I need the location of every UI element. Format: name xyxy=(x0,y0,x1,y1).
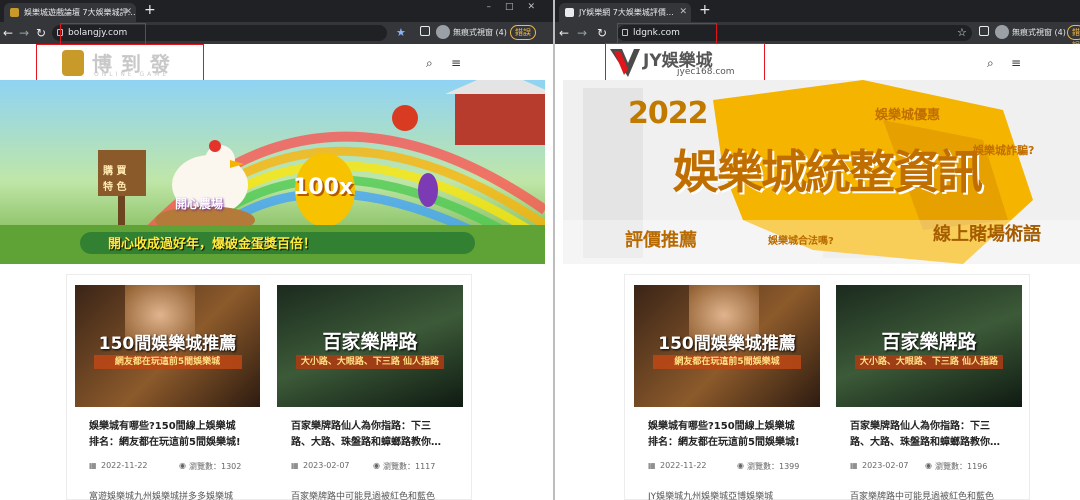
post-views: 瀏覽數：1196 xyxy=(935,462,988,471)
post-title-line-1: 娛樂城有哪些?150間線上娛樂城 xyxy=(648,421,795,432)
post-date: 2022-11-22 xyxy=(660,461,707,470)
post-grid: 150間娛樂城推薦 網友都在玩這前5間娛樂城 娛樂城有哪些?150間線上娛樂城 … xyxy=(66,274,472,500)
tab-close-icon[interactable]: ✕ xyxy=(124,3,132,22)
hero-multiplier-badge: 100x xyxy=(293,175,354,200)
url-highlight-box xyxy=(617,23,717,44)
left-browser-window: 娛樂城遊戲論壇 7大娛樂城評… ✕ + –□✕ ← → ↻ bolangjy.c… xyxy=(0,0,553,500)
eye-icon: ◉ xyxy=(179,461,186,470)
post-title-line-2: 路、大路、珠盤路和蟑螂路教你… xyxy=(291,437,441,448)
hero-game-title: 開心農場 xyxy=(175,197,224,211)
post-date: 2023-02-07 xyxy=(303,461,350,470)
forward-icon[interactable]: → xyxy=(577,25,587,41)
post-thumbnail[interactable]: 百家樂牌路 大小路、大眼路、下三路 仙人指路 xyxy=(836,285,1022,407)
favicon-icon xyxy=(565,8,574,17)
tab-title: 娛樂城遊戲論壇 7大娛樂城評… xyxy=(24,8,136,17)
post-grid: 150間娛樂城推薦 網友都在玩這前5間娛樂城 娛樂城有哪些?150間線上娛樂城 … xyxy=(624,274,1030,500)
hero-left-text: 評價推薦 xyxy=(625,230,697,251)
new-tab-icon[interactable]: + xyxy=(144,2,156,18)
hero-headline: 娛樂城統整資訊 xyxy=(673,145,983,199)
new-tab-icon[interactable]: + xyxy=(699,2,711,18)
error-button[interactable]: 錯誤 xyxy=(510,25,536,40)
thumb-title: 百家樂牌路 xyxy=(881,331,977,353)
hero-tag-promo: 娛樂城優惠 xyxy=(875,108,941,123)
post-views: 瀏覽數：1302 xyxy=(189,462,242,471)
bookmark-star-icon[interactable]: ★ xyxy=(396,25,406,41)
tab-close-icon[interactable]: ✕ xyxy=(679,3,687,22)
menu-icon[interactable]: ≡ xyxy=(1011,56,1021,70)
calendar-icon: ▦ xyxy=(291,461,299,470)
post-title[interactable]: 娛樂城有哪些?150間線上娛樂城 排名：網友都在玩這前5間娛樂城! xyxy=(648,419,818,451)
post-thumbnail[interactable]: 150間娛樂城推薦 網友都在玩這前5間娛樂城 xyxy=(75,285,260,407)
browser-tab[interactable]: 娛樂城遊戲論壇 7大娛樂城評… ✕ xyxy=(4,3,136,22)
right-browser-window: JY娛樂網 7大娛樂城評價… ✕ + ← → ↻ ldgnk.com ☆ 無痕式… xyxy=(555,0,1080,500)
calendar-icon: ▦ xyxy=(89,461,97,470)
hero-banner-farm[interactable]: 購 買 特 色 開心農場 100x 開心收成過好年，爆破金蛋獎百倍！ xyxy=(0,80,545,264)
logo-highlight-box xyxy=(605,43,765,83)
forward-icon[interactable]: → xyxy=(19,25,29,41)
eye-icon: ◉ xyxy=(737,461,744,470)
browser-tab[interactable]: JY娛樂網 7大娛樂城評價… ✕ xyxy=(559,3,691,22)
thumb-subtitle: 網友都在玩這前5間娛樂城 xyxy=(93,355,242,369)
incognito-avatar-icon[interactable] xyxy=(436,25,450,39)
tab-strip: 娛樂城遊戲論壇 7大娛樂城評… ✕ + –□✕ xyxy=(0,0,553,22)
bookmark-star-icon[interactable]: ☆ xyxy=(957,25,967,41)
reload-icon[interactable]: ↻ xyxy=(597,25,607,41)
post-title-line-1: 娛樂城有哪些?150間線上娛樂城 xyxy=(89,421,236,432)
thumb-subtitle: 網友都在玩這前5間娛樂城 xyxy=(652,355,802,369)
back-icon[interactable]: ← xyxy=(559,25,569,41)
thumb-title: 百家樂牌路 xyxy=(322,331,418,353)
incognito-avatar-icon[interactable] xyxy=(995,25,1009,39)
tab-title: JY娛樂網 7大娛樂城評價… xyxy=(579,8,674,17)
post-title-line-2: 排名：網友都在玩這前5間娛樂城! xyxy=(648,437,800,448)
url-highlight-box xyxy=(60,23,146,45)
thumb-title: 150間娛樂城推薦 xyxy=(658,334,796,354)
post-title[interactable]: 娛樂城有哪些?150間線上娛樂城 排名：網友都在玩這前5間娛樂城! xyxy=(89,419,259,451)
post-date: 2022-11-22 xyxy=(101,461,148,470)
eye-icon: ◉ xyxy=(373,461,380,470)
hero-banner-text: 開心收成過好年，爆破金蛋獎百倍！ xyxy=(108,237,317,252)
hero-tag-legal: 娛樂城合法嗎? xyxy=(768,236,834,247)
post-excerpt: 富遊娛樂城九州娛樂城拼多多娛樂城 xyxy=(89,492,234,500)
thumb-subtitle: 大小路、大眼路、下三路 仙人指路 xyxy=(854,355,1004,369)
incognito-label: 無痕式視窗 (4) xyxy=(453,28,507,37)
sign-line-1: 購 買 xyxy=(103,166,127,177)
hero-tag-scam: 娛樂城詐騙? xyxy=(973,144,1035,157)
search-icon[interactable]: ⌕ xyxy=(987,56,994,71)
calendar-icon: ▦ xyxy=(648,461,656,470)
sidepanel-icon[interactable] xyxy=(420,26,430,36)
sign-line-2: 特 色 xyxy=(103,182,127,193)
menu-icon[interactable]: ≡ xyxy=(451,56,461,70)
post-thumbnail[interactable]: 150間娛樂城推薦 網友都在玩這前5間娛樂城 xyxy=(634,285,820,407)
sidepanel-icon[interactable] xyxy=(979,26,989,36)
post-excerpt: JY娛樂城九州娛樂城亞博娛樂城 xyxy=(648,492,774,500)
reload-icon[interactable]: ↻ xyxy=(36,25,46,41)
post-excerpt: 百家樂牌路中可能見過被紅色和藍色 xyxy=(850,492,995,500)
post-title-line-1: 百家樂牌路仙人為你指路：下三 xyxy=(291,421,431,432)
calendar-icon: ▦ xyxy=(850,461,858,470)
thumb-title: 150間娛樂城推薦 xyxy=(98,334,237,354)
tab-strip: JY娛樂網 7大娛樂城評價… ✕ + xyxy=(555,0,1080,22)
post-title[interactable]: 百家樂牌路仙人為你指路：下三 路、大路、珠盤路和蟑螂路教你… xyxy=(850,419,1026,451)
error-button[interactable]: 錯誤 xyxy=(1067,25,1080,50)
post-title-line-2: 路、大路、珠盤路和蟑螂路教你… xyxy=(850,437,1000,448)
post-thumbnail[interactable]: 百家樂牌路 大小路、大眼路、下三路 仙人指路 xyxy=(277,285,463,407)
thumb-subtitle: 大小路、大眼路、下三路 仙人指路 xyxy=(295,355,445,369)
hero-right-text: 線上賭場術語 xyxy=(933,224,1041,245)
eye-icon: ◉ xyxy=(925,461,932,470)
post-date: 2023-02-07 xyxy=(862,461,909,470)
post-title[interactable]: 百家樂牌路仙人為你指路：下三 路、大路、珠盤路和蟑螂路教你… xyxy=(291,419,467,451)
window-controls[interactable]: –□✕ xyxy=(486,2,549,12)
back-icon[interactable]: ← xyxy=(3,25,13,41)
hero-banner-info[interactable]: 2022 娛樂城統整資訊 娛樂城優惠 娛樂城詐騙? 評價推薦 娛樂城合法嗎? 線… xyxy=(563,80,1080,264)
post-title-line-1: 百家樂牌路仙人為你指路：下三 xyxy=(850,421,990,432)
hero-year: 2022 xyxy=(628,96,708,131)
favicon-icon xyxy=(10,8,19,17)
post-excerpt: 百家樂牌路中可能見過被紅色和藍色 xyxy=(291,492,436,500)
search-icon[interactable]: ⌕ xyxy=(426,56,433,71)
post-title-line-2: 排名：網友都在玩這前5間娛樂城! xyxy=(89,437,241,448)
post-views: 瀏覽數：1399 xyxy=(747,462,800,471)
post-views: 瀏覽數：1117 xyxy=(383,462,436,471)
incognito-label: 無痕式視窗 (4) xyxy=(1012,28,1066,37)
